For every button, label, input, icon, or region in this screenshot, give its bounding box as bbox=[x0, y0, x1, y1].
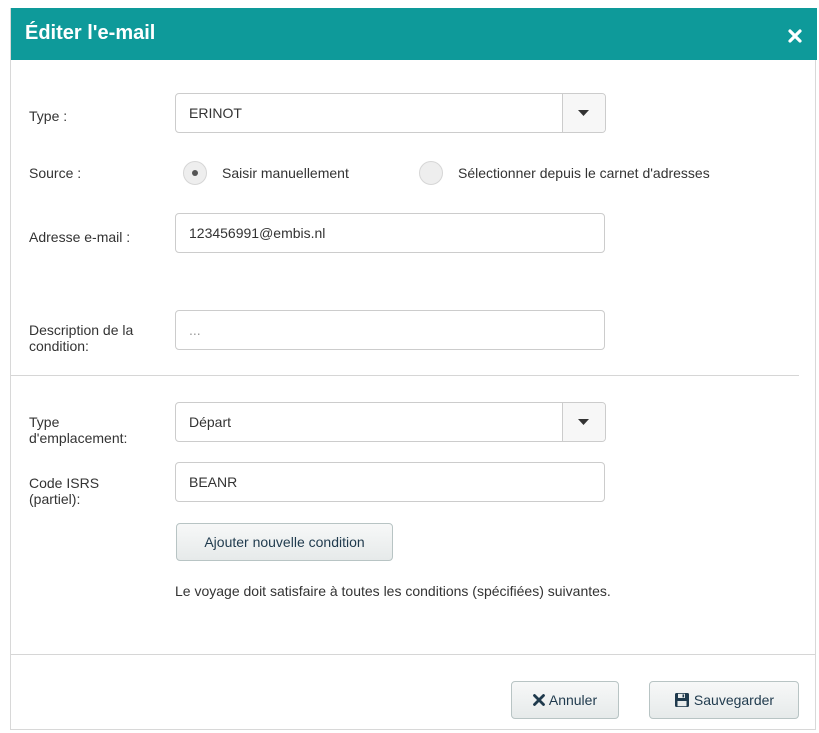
footer-divider bbox=[11, 654, 815, 655]
cancel-button-label: Annuler bbox=[548, 692, 598, 708]
email-label: Adresse e-mail : bbox=[29, 229, 131, 245]
x-icon bbox=[532, 694, 545, 706]
section-divider bbox=[11, 375, 799, 376]
location-type-select-value: Départ bbox=[189, 414, 232, 430]
chevron-down-icon bbox=[578, 110, 589, 116]
edit-email-dialog: Éditer l'e-mail Type : ERINOT Source : S… bbox=[10, 8, 817, 730]
source-label: Source : bbox=[29, 165, 82, 181]
save-button[interactable]: Sauvegarder bbox=[649, 681, 799, 719]
type-select-arrow[interactable] bbox=[562, 94, 605, 132]
conditions-help-text: Le voyage doit satisfaire à toutes les c… bbox=[175, 583, 611, 599]
radio-button-manual[interactable] bbox=[183, 161, 207, 185]
floppy-disk-icon bbox=[674, 693, 689, 707]
source-option-addressbook-label: Sélectionner depuis le carnet d'adresses bbox=[458, 165, 710, 181]
location-type-label: Type d'emplacement: bbox=[29, 414, 128, 446]
isrs-code-input[interactable] bbox=[175, 462, 605, 502]
condition-description-input[interactable] bbox=[175, 310, 605, 350]
type-label: Type : bbox=[29, 108, 68, 124]
chevron-down-icon bbox=[578, 419, 589, 425]
location-type-select[interactable]: Départ bbox=[175, 402, 606, 442]
source-option-manual-label: Saisir manuellement bbox=[222, 165, 349, 181]
source-radio-addressbook[interactable]: Sélectionner depuis le carnet d'adresses bbox=[419, 161, 779, 187]
add-condition-button[interactable]: Ajouter nouvelle condition bbox=[176, 523, 393, 561]
source-radio-manual[interactable]: Saisir manuellement bbox=[183, 161, 383, 187]
radio-selected-dot bbox=[192, 170, 198, 176]
type-select-value: ERINOT bbox=[189, 105, 242, 121]
condition-description-label: Description de la condition: bbox=[29, 322, 134, 354]
type-select[interactable]: ERINOT bbox=[175, 93, 606, 133]
email-input[interactable] bbox=[175, 213, 605, 253]
dialog-header: Éditer l'e-mail bbox=[11, 8, 817, 60]
save-button-label: Sauvegarder bbox=[693, 692, 775, 708]
close-icon[interactable] bbox=[787, 28, 803, 44]
location-type-select-arrow[interactable] bbox=[562, 403, 605, 441]
dialog-title: Éditer l'e-mail bbox=[25, 22, 156, 44]
radio-button-addressbook[interactable] bbox=[419, 161, 443, 185]
isrs-code-label: Code ISRS (partiel): bbox=[29, 475, 100, 507]
cancel-button[interactable]: Annuler bbox=[511, 681, 619, 719]
